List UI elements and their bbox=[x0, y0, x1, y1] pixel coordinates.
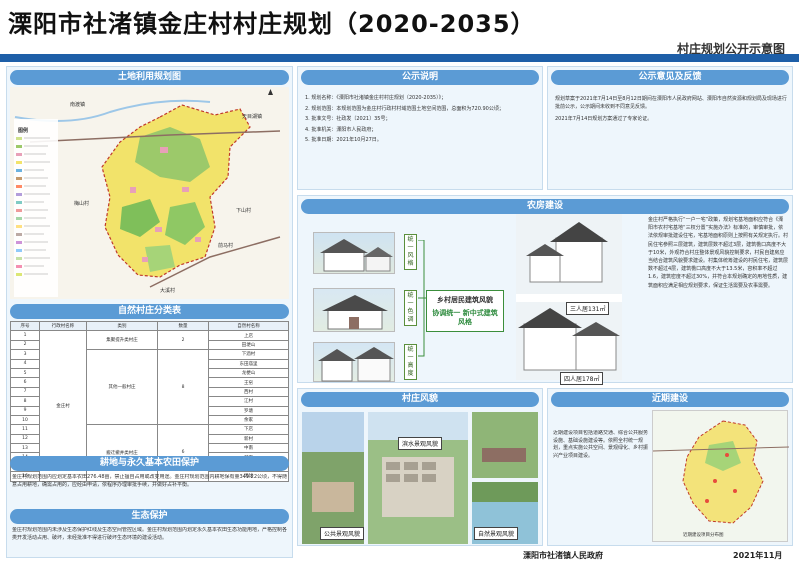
house-photo-3-graphic bbox=[318, 347, 394, 382]
map-label-5: 前马村 bbox=[218, 243, 234, 249]
notice-item: 1. 规划名称：《溧阳市社渚镇金庄村村庄规划（2020-2035）》； bbox=[305, 95, 447, 101]
landscape-photos-graphic bbox=[302, 412, 538, 544]
landscape-caption-2: 公共景观风貌 bbox=[320, 527, 365, 540]
notice-item: 2. 规划范围：本规划范围为金庄村行政村村域范围土地空间范围，总面积为720.9… bbox=[305, 105, 504, 112]
village-name: 新村 bbox=[208, 433, 289, 445]
page-title: 溧阳市社渚镇金庄村村庄规划（2020-2035） bbox=[8, 10, 536, 38]
notice-heading: 公示说明 bbox=[301, 70, 539, 85]
landscape-heading: 村庄风貌 bbox=[301, 392, 539, 407]
map-label-2: 天目湖镇 bbox=[242, 114, 263, 120]
style-callout: 乡村居民建筑风貌 协调统一 新中式建筑风格 bbox=[426, 290, 504, 332]
village-name: 田埂山 bbox=[208, 339, 289, 351]
farmland-heading: 耕地与永久基本农田保护 bbox=[10, 456, 289, 471]
landscape-caption-3: 自然景观风貌 bbox=[474, 527, 519, 540]
caption-four: 四人居178㎡ bbox=[560, 372, 604, 385]
row-no: 12 bbox=[10, 433, 40, 445]
notice-item: 4. 批准机关：溧阳市人民政府； bbox=[305, 126, 377, 133]
feedback-para-1: 规划草案于2021年7月14日至8月12日期间在溧阳市人民政府网站、溧阳市自然资… bbox=[555, 96, 787, 110]
recent-heading: 近期建设 bbox=[551, 392, 789, 407]
landscape-caption-1: 滨水景观风貌 bbox=[398, 437, 443, 450]
bracket-connector bbox=[418, 240, 426, 357]
landscape-photos bbox=[302, 412, 538, 544]
house-photo-1 bbox=[313, 232, 395, 274]
row-no: 7 bbox=[10, 386, 40, 398]
house-photo-3 bbox=[313, 342, 395, 382]
row-no: 11 bbox=[10, 424, 40, 435]
recent-map-note: 近期建设项目分布图 bbox=[683, 533, 724, 538]
ecology-heading: 生态保护 bbox=[10, 509, 289, 524]
col-header: 类别 bbox=[86, 320, 158, 332]
house-photo-2-graphic bbox=[322, 295, 388, 330]
col-header: 自然村名称 bbox=[208, 320, 289, 332]
feedback-heading: 公示意见及反馈 bbox=[551, 70, 789, 85]
row-no: 9 bbox=[10, 405, 40, 416]
village-name: 西村 bbox=[208, 386, 289, 398]
group-type: 其他一般村庄 bbox=[86, 349, 158, 426]
land-use-map: 图例 南渡镇 天目湖镇 梅山村 下山村 前马村 大溪村 bbox=[10, 87, 289, 299]
row-no: 5 bbox=[10, 367, 40, 379]
house-renderings bbox=[516, 214, 622, 380]
notice-item: 3. 批准文号：社政发〔2021〕35号； bbox=[305, 116, 391, 122]
group-type: 集聚提升类村庄 bbox=[86, 330, 158, 351]
village-name: 王窑 bbox=[208, 377, 289, 388]
village-name: 下店 bbox=[208, 424, 289, 435]
row-no: 10 bbox=[10, 414, 40, 426]
recent-map-graphic bbox=[652, 420, 790, 524]
group-count: 2 bbox=[157, 330, 209, 351]
callout-subtitle: 协调统一 新中式建筑风格 bbox=[432, 309, 498, 326]
footer-org: 溧阳市社渚镇人民政府 bbox=[523, 551, 603, 560]
housing-heading: 农房建设 bbox=[301, 199, 789, 214]
village-name: 下酒村 bbox=[208, 349, 289, 360]
house-renderings-graphic bbox=[516, 214, 622, 380]
map-legend-title: 图例 bbox=[18, 128, 29, 134]
row-no: 13 bbox=[10, 443, 40, 454]
farmland-text: 金庄村规划范围内应划定基本农田276.48亩，禁止擅自占用或改变用途。金庄村规划… bbox=[12, 474, 287, 488]
village-name: 余家 bbox=[208, 414, 289, 426]
row-no: 6 bbox=[10, 377, 40, 388]
map-label-6: 大溪村 bbox=[160, 288, 176, 294]
house-photo-2 bbox=[313, 288, 395, 332]
map-label-3: 梅山村 bbox=[74, 201, 90, 207]
ecology-text: 金庄村规划范围内未涉及生态保护红线及生态空间管控区域。金庄村规划范围内划定永久基… bbox=[12, 527, 287, 541]
house-photo-1-graphic bbox=[320, 239, 393, 272]
village-name: 江村 bbox=[208, 396, 289, 407]
village-name: 中南 bbox=[208, 443, 289, 454]
col-header: 行政村名称 bbox=[39, 320, 87, 332]
feedback-para-2: 2021年7月14日规划方案通过了专家论证。 bbox=[555, 116, 653, 122]
row-no: 8 bbox=[10, 396, 40, 407]
land-use-heading: 土地利用规划图 bbox=[10, 70, 289, 85]
row-no: 1 bbox=[10, 330, 40, 341]
col-header: 序号 bbox=[10, 320, 40, 332]
notice-list: 1. 规划名称：《溧阳市社渚镇金庄村村庄规划（2020-2035）》； 2. 规… bbox=[305, 95, 537, 145]
map-label-4: 下山村 bbox=[236, 208, 252, 214]
style-tag-2: 统一色调 bbox=[404, 290, 417, 326]
footer-date: 2021年11月 bbox=[733, 551, 783, 560]
village-name: 上店 bbox=[208, 330, 289, 341]
notice-item: 5. 批准日期：2021年10月27日。 bbox=[305, 137, 382, 143]
village-name: 东田庙里 bbox=[208, 358, 289, 369]
classification-heading: 自然村庄分类表 bbox=[10, 304, 289, 319]
callout-title: 乡村居民建筑风貌 bbox=[437, 296, 493, 304]
group-count: 6 bbox=[157, 424, 209, 482]
map-label-1: 南渡镇 bbox=[70, 102, 86, 108]
caption-three: 三人居131㎡ bbox=[566, 302, 610, 315]
style-tag-1: 统一风格 bbox=[404, 234, 417, 270]
col-header: 数量 bbox=[157, 320, 209, 332]
row-no: 2 bbox=[10, 339, 40, 351]
row-no: 3 bbox=[10, 349, 40, 360]
style-tag-3: 统一高度 bbox=[404, 344, 417, 380]
group-type: 搬迁撤并类村庄 bbox=[86, 424, 158, 482]
village-name: 罗塘 bbox=[208, 405, 289, 416]
recent-map: 近期建设项目分布图 bbox=[652, 410, 790, 542]
group-count: 8 bbox=[157, 349, 209, 426]
village-name: 龙梗山 bbox=[208, 367, 289, 379]
housing-text: 金庄村严格执行“一户一宅”政策，规划宅基地面积应符合《溧阳市农村宅基地“三权分置… bbox=[648, 217, 788, 289]
recent-text: 近期建设项目包括道路交通、综合公共服务设施、基础设施建设等。依照全村统一规划，重… bbox=[553, 430, 649, 459]
header-rule bbox=[0, 54, 799, 62]
row-no: 4 bbox=[10, 358, 40, 369]
